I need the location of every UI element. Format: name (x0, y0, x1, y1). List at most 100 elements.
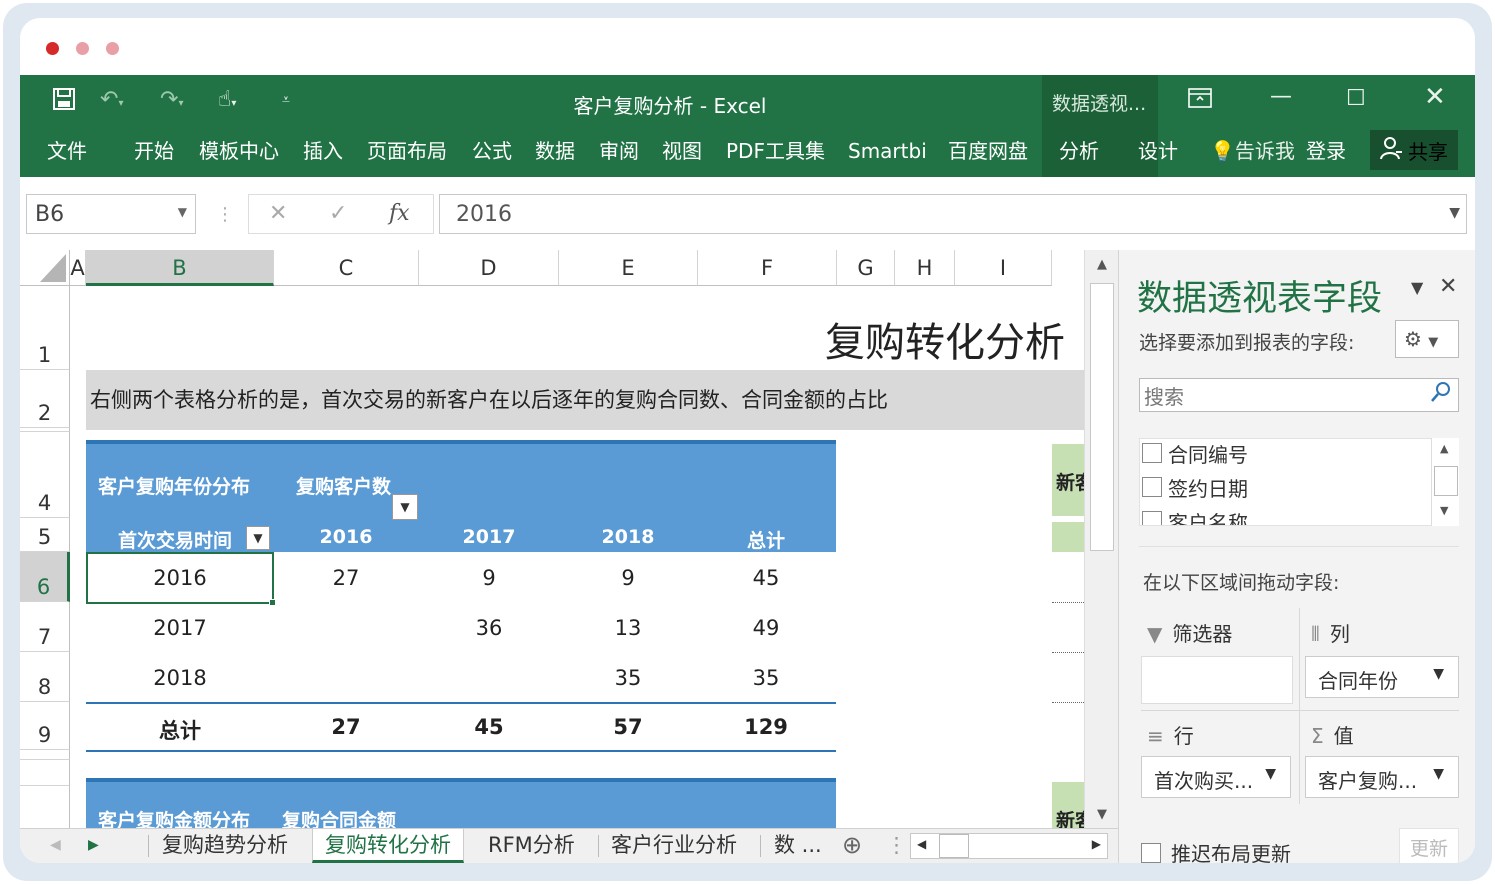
sheet-tab-industry[interactable]: 客户行业分析 (611, 829, 737, 863)
cancel-icon[interactable]: ✕ (269, 201, 287, 226)
filters-drop-zone[interactable] (1141, 656, 1293, 704)
tab-data[interactable]: 数据 (535, 136, 575, 166)
col-header-b[interactable]: B (86, 250, 274, 286)
pivot-cell[interactable]: 9 (429, 566, 549, 590)
insert-function-icon[interactable]: fx (389, 201, 410, 226)
column-field-pill[interactable]: 合同年份 ▼ (1305, 656, 1459, 698)
search-icon[interactable] (1430, 381, 1452, 409)
scroll-up-arrow[interactable]: ▲ (1440, 442, 1448, 455)
pivot-row-label[interactable]: 2018 (120, 666, 240, 690)
checkbox[interactable] (1142, 443, 1162, 463)
field-search-input[interactable]: 搜索 (1139, 378, 1459, 412)
pivot-cell[interactable]: 9 (568, 566, 688, 590)
window-zoom-dot[interactable] (106, 42, 119, 55)
tab-insert[interactable]: 插入 (303, 136, 343, 166)
share-button[interactable]: 共享 (1370, 130, 1458, 170)
tab-smartbi[interactable]: Smartbi (848, 136, 927, 166)
sheet-tab-rfm[interactable]: RFM分析 (488, 829, 575, 863)
pivot-total-cell[interactable]: 27 (286, 715, 406, 739)
scroll-right-arrow[interactable]: ▶ (1092, 837, 1101, 851)
chevron-down-icon[interactable]: ▼ (1265, 766, 1276, 782)
row-header-1[interactable]: 1 (20, 286, 70, 370)
window-minimize-dot[interactable] (76, 42, 89, 55)
checkbox[interactable] (1141, 842, 1161, 863)
update-button[interactable]: 更新 (1399, 828, 1459, 863)
tab-review[interactable]: 审阅 (599, 136, 639, 166)
select-all-corner[interactable] (20, 250, 70, 286)
field-item[interactable]: 合同编号 (1142, 439, 1248, 469)
hscroll-thumb[interactable] (939, 834, 969, 858)
row-header-6[interactable]: 6 (20, 552, 70, 602)
row-header-4[interactable]: 4 (20, 432, 70, 518)
row-header-12[interactable]: 12 (20, 786, 70, 828)
formula-input[interactable]: 2016 ▼ (439, 194, 1467, 234)
pivot-cell[interactable]: 35 (568, 666, 688, 690)
fill-handle[interactable] (269, 599, 276, 606)
sheet-tab-repurchase-trend[interactable]: 复购趋势分析 (162, 829, 288, 863)
add-sheet-icon[interactable]: ⊕ (842, 829, 862, 863)
split-grip[interactable]: ⋮ (886, 829, 907, 863)
qat-customize-icon[interactable]: ⩡ (282, 87, 290, 113)
tab-template-center[interactable]: 模板中心 (199, 136, 279, 166)
tab-page-layout[interactable]: 页面布局 (367, 136, 447, 166)
scroll-down-arrow[interactable]: ▼ (1440, 504, 1448, 517)
pivot-total-cell[interactable]: 129 (706, 715, 826, 739)
login-link[interactable]: 登录 (1306, 136, 1346, 166)
col-header-i[interactable]: I (955, 250, 1052, 286)
pivot-cell[interactable]: 36 (429, 616, 549, 640)
maximize-icon[interactable]: ☐ (1346, 86, 1366, 112)
col-header-e[interactable]: E (559, 250, 698, 286)
value-field-pill[interactable]: 客户复购... ▼ (1305, 756, 1459, 798)
tab-pdf-tools[interactable]: PDF工具集 (726, 136, 825, 166)
pivot-total-cell[interactable]: 57 (568, 715, 688, 739)
scroll-down-arrow[interactable]: ▼ (1085, 800, 1119, 830)
row-field-pill[interactable]: 首次购买... ▼ (1141, 756, 1291, 798)
close-icon[interactable]: ✕ (1424, 84, 1446, 110)
col-header-g[interactable]: G (837, 250, 895, 286)
name-box[interactable]: B6 ▼ (26, 194, 196, 234)
pivot-cell[interactable]: 27 (286, 566, 406, 590)
checkbox[interactable] (1142, 477, 1162, 497)
col-header-h[interactable]: H (895, 250, 955, 286)
save-icon[interactable] (52, 87, 76, 118)
prev-sheet-icon[interactable]: ◀ (50, 829, 61, 863)
field-item[interactable]: 客户名称 (1142, 505, 1248, 525)
scroll-thumb[interactable] (1434, 466, 1458, 496)
pivot-cell[interactable]: 13 (568, 616, 688, 640)
col-header-c[interactable]: C (274, 250, 419, 286)
active-cell-b6[interactable] (86, 552, 274, 604)
checkbox[interactable] (1142, 511, 1162, 525)
row-header-8[interactable]: 8 (20, 652, 70, 702)
tab-file[interactable]: 文件 (47, 136, 87, 166)
pivot-cell[interactable]: 49 (706, 616, 826, 640)
defer-update-option[interactable]: 推迟布局更新 (1141, 838, 1291, 863)
column-filter-dropdown[interactable]: ▼ (392, 494, 418, 520)
pivot-cell[interactable]: 35 (706, 666, 826, 690)
col-header-f[interactable]: F (698, 250, 837, 286)
col-header-a[interactable]: A (70, 250, 86, 286)
pane-options-icon[interactable]: ▼ (1411, 278, 1423, 297)
window-close-dot[interactable] (46, 42, 59, 55)
chevron-down-icon[interactable]: ▼ (178, 205, 187, 219)
next-sheet-icon[interactable]: ▶ (88, 829, 99, 863)
col-header-d[interactable]: D (419, 250, 559, 286)
pane-close-icon[interactable]: ✕ (1439, 274, 1457, 299)
scroll-up-arrow[interactable]: ▲ (1085, 250, 1119, 280)
tab-home[interactable]: 开始 (134, 136, 174, 166)
pivot-total-label[interactable]: 总计 (120, 715, 240, 745)
row-header-2[interactable]: 2 (20, 370, 70, 428)
row-header-11[interactable] (20, 760, 70, 786)
expand-formula-icon[interactable]: ▼ (1449, 205, 1460, 221)
undo-icon[interactable]: ↶▾ (100, 87, 123, 117)
sheet-tab-more[interactable]: 数 ... (774, 829, 822, 863)
row-header-9[interactable]: 9 (20, 702, 70, 750)
field-item[interactable]: 签约日期 (1142, 471, 1248, 503)
tell-me-box[interactable]: 💡告诉我 (1210, 136, 1295, 166)
tab-analyze[interactable]: 分析 (1059, 136, 1099, 166)
row-filter-dropdown[interactable]: ▼ (246, 526, 270, 550)
minimize-icon[interactable]: — (1270, 84, 1292, 110)
tab-design[interactable]: 设计 (1138, 136, 1178, 166)
pivot-cell[interactable]: 45 (706, 566, 826, 590)
formula-bar-grip[interactable]: ⋮ (216, 204, 234, 225)
sheet-tab-repurchase-conversion[interactable]: 复购转化分析 (312, 829, 464, 863)
